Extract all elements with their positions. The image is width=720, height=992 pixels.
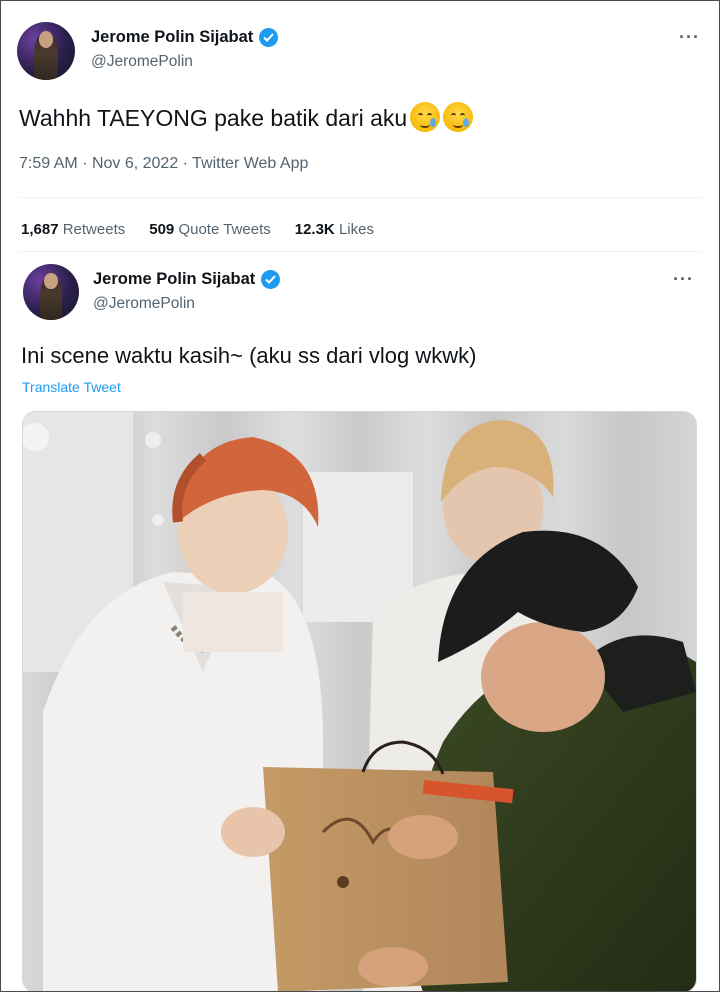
- author-handle[interactable]: @JeromePolin: [91, 53, 193, 71]
- reply-author-handle[interactable]: @JeromePolin: [93, 295, 195, 313]
- likes-stat[interactable]: 12.3K Likes: [295, 221, 374, 238]
- reply-author-name[interactable]: Jerome Polin Sijabat: [93, 270, 255, 289]
- crying-face-emoji: [410, 102, 441, 132]
- quote-tweets-stat[interactable]: 509 Quote Tweets: [149, 221, 270, 238]
- crying-face-emoji: [443, 102, 474, 132]
- tweet-text: Wahhh TAEYONG pake batik dari aku: [19, 105, 408, 131]
- verified-badge-icon: [259, 28, 279, 47]
- divider: [19, 197, 703, 198]
- avatar-face: [44, 272, 58, 289]
- tweet-photo[interactable]: [22, 411, 697, 991]
- tweet-time[interactable]: 7:59 AM: [19, 155, 78, 172]
- avatar-face: [39, 31, 53, 48]
- photo-illustration: [23, 412, 696, 991]
- reply-author-avatar[interactable]: [23, 264, 79, 320]
- tweet-screenshot: Jerome Polin Sijabat @JeromePolin ··· Wa…: [0, 0, 720, 992]
- verified-badge-icon: [261, 270, 281, 289]
- divider: [19, 251, 703, 252]
- more-icon[interactable]: ···: [679, 27, 700, 48]
- tweet-text-row: Wahhh TAEYONG pake batik dari aku: [19, 102, 474, 132]
- translate-tweet-link[interactable]: Translate Tweet: [22, 379, 121, 395]
- more-icon[interactable]: ···: [673, 269, 694, 290]
- tweet-source: Twitter Web App: [192, 155, 309, 172]
- reply-author-name-row[interactable]: Jerome Polin Sijabat: [93, 270, 281, 289]
- tweet-stats: 1,687 Retweets 509 Quote Tweets 12.3K Li…: [21, 221, 374, 238]
- retweets-stat[interactable]: 1,687 Retweets: [21, 221, 125, 238]
- tweet-meta: 7:59 AM · Nov 6, 2022 · Twitter Web App: [19, 155, 308, 173]
- author-avatar[interactable]: [17, 22, 75, 80]
- author-name[interactable]: Jerome Polin Sijabat: [91, 28, 253, 47]
- tweet-date[interactable]: Nov 6, 2022: [92, 155, 178, 172]
- meta-separator: ·: [182, 155, 193, 172]
- meta-separator: ·: [82, 155, 92, 172]
- reply-text: Ini scene waktu kasih~ (aku ss dari vlog…: [21, 343, 477, 368]
- author-name-row[interactable]: Jerome Polin Sijabat: [91, 28, 279, 47]
